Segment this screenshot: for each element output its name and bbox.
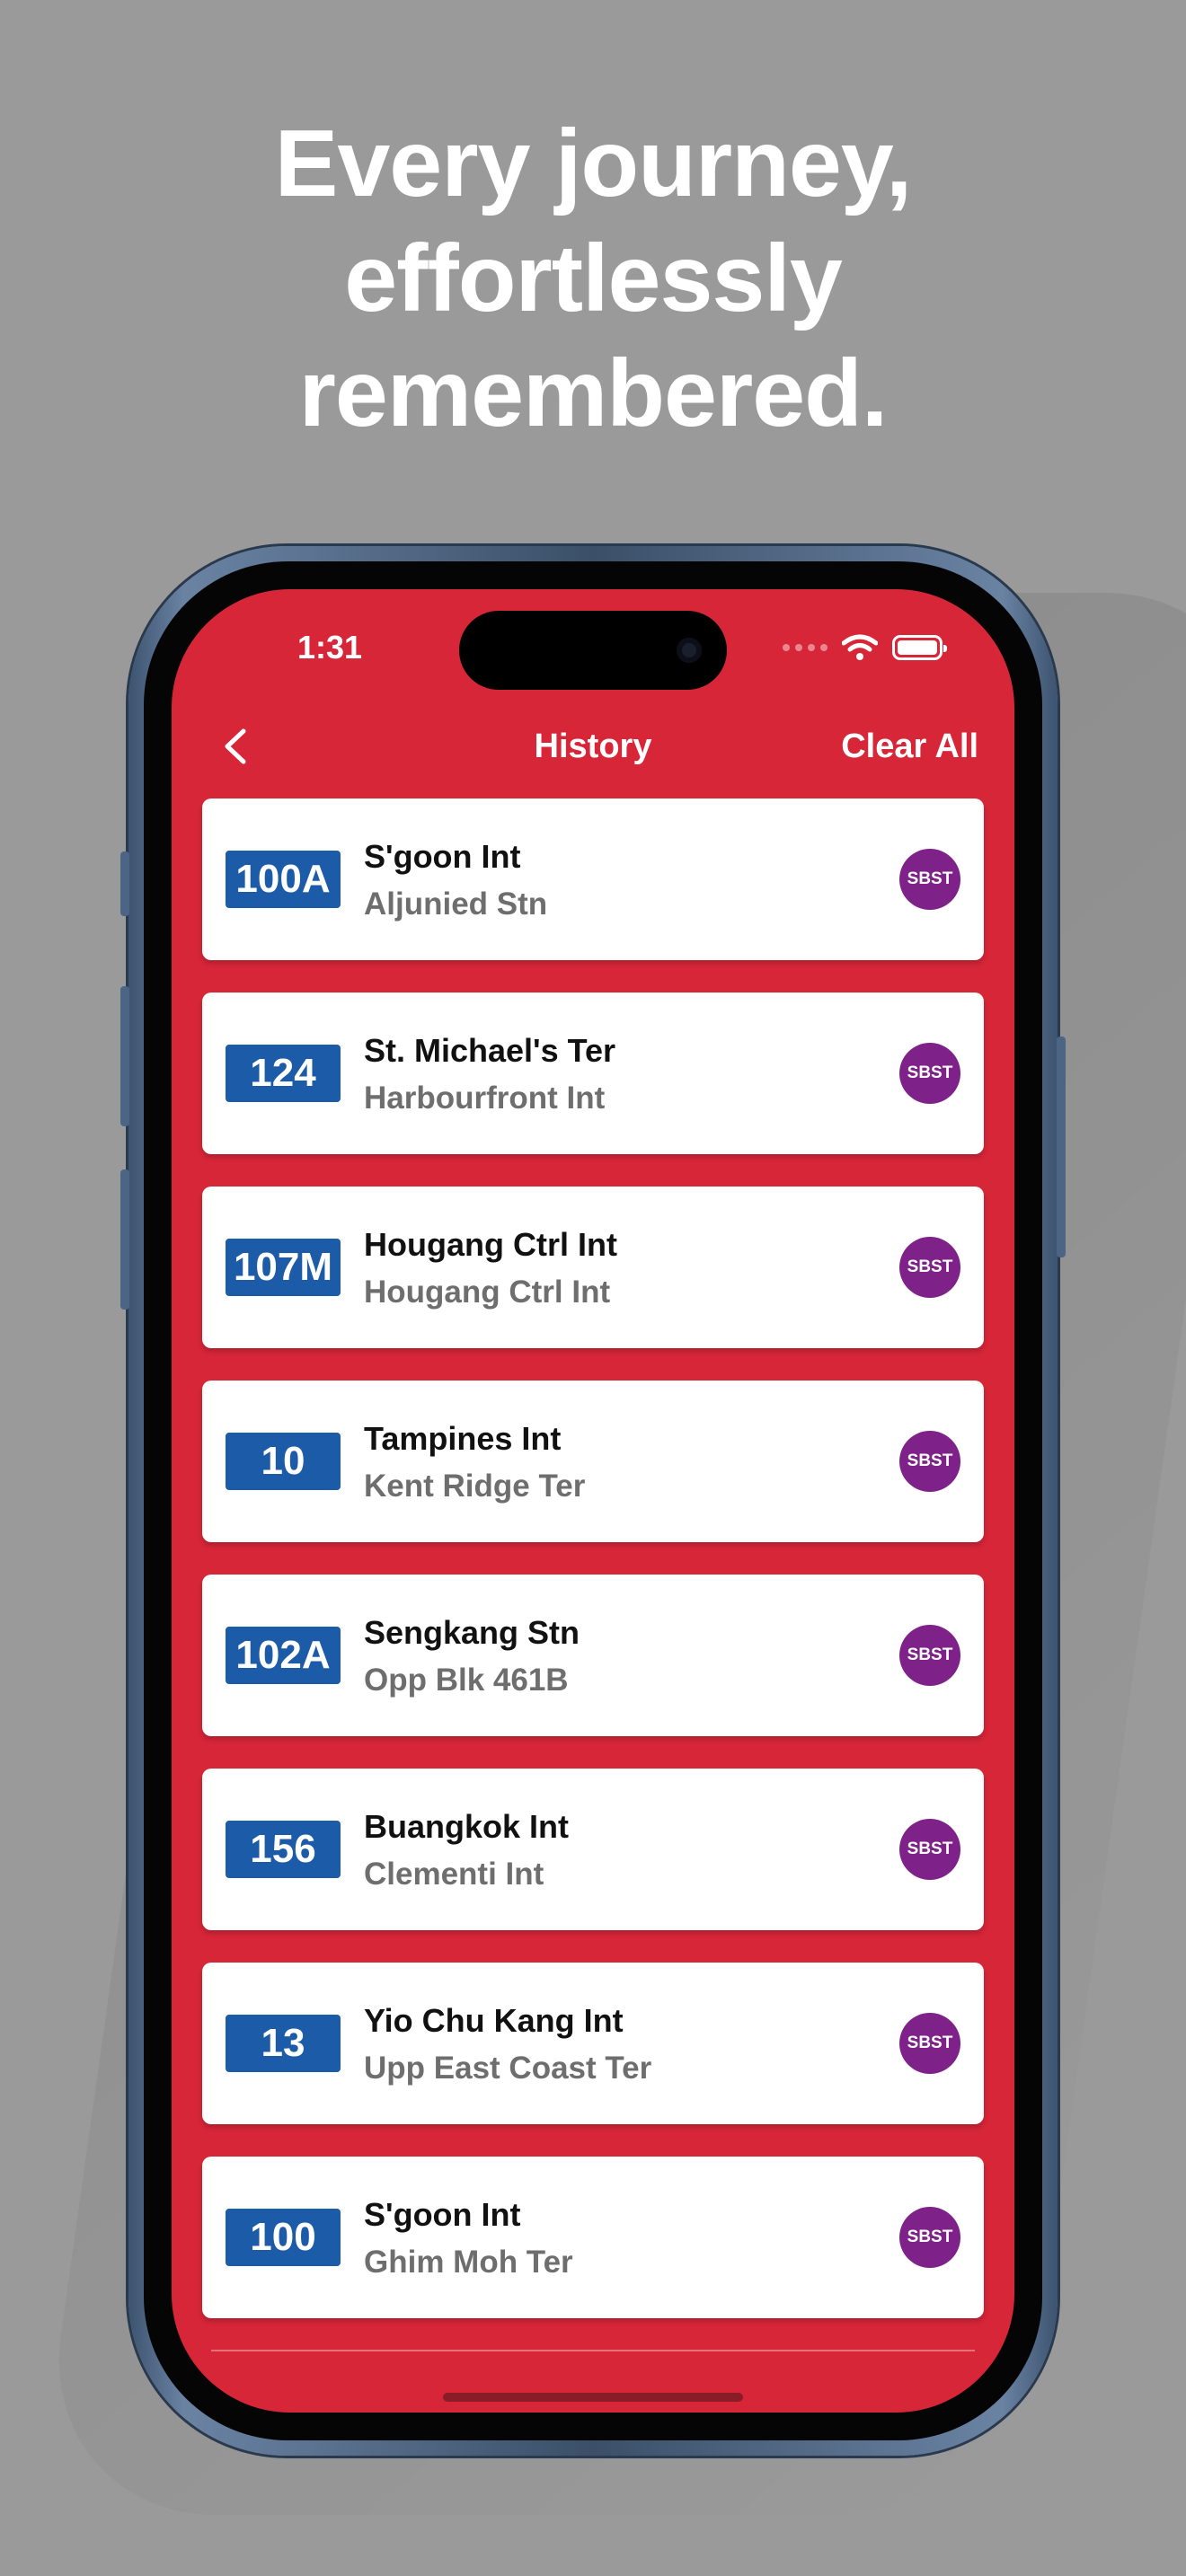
destination-label: Sengkang Stn	[364, 1614, 580, 1651]
origin-label: Kent Ridge Ter	[364, 1469, 586, 1504]
destination-label: S'goon Int	[364, 2196, 521, 2233]
route-number-badge: 100	[226, 2209, 341, 2266]
history-card[interactable]: 107M Hougang Ctrl Int Hougang Ctrl Int S…	[202, 1187, 984, 1348]
power-button	[1057, 1037, 1066, 1257]
operator-badge: SBST	[899, 1819, 960, 1880]
route-number-badge: 102A	[226, 1627, 341, 1684]
operator-badge: SBST	[899, 2207, 960, 2268]
operator-badge: SBST	[899, 849, 960, 910]
destination-label: Yio Chu Kang Int	[364, 2002, 624, 2039]
list-divider	[211, 2350, 975, 2351]
dynamic-island	[459, 611, 727, 690]
phone-screen: 1:31 History Clear All 100A S'goon Int A…	[172, 589, 1014, 2413]
history-list: 100A S'goon Int Aljunied Stn SBST 124 St…	[202, 798, 984, 2351]
operator-badge: SBST	[899, 1043, 960, 1104]
clear-all-button[interactable]: Clear All	[841, 728, 978, 766]
volume-down-button	[120, 1169, 129, 1310]
origin-label: Hougang Ctrl Int	[364, 1275, 611, 1310]
origin-label: Aljunied Stn	[364, 887, 548, 922]
history-card[interactable]: 156 Buangkok Int Clementi Int SBST	[202, 1769, 984, 1930]
signal-icon	[783, 644, 828, 651]
destination-label: St. Michael's Ter	[364, 1032, 615, 1069]
origin-label: Ghim Moh Ter	[364, 2245, 573, 2280]
route-number-badge: 156	[226, 1821, 341, 1878]
history-card[interactable]: 100A S'goon Int Aljunied Stn SBST	[202, 798, 984, 960]
history-card[interactable]: 100 S'goon Int Ghim Moh Ter SBST	[202, 2157, 984, 2318]
marketing-headline: Every journey, effortlessly remembered.	[0, 106, 1186, 451]
destination-label: S'goon Int	[364, 838, 521, 875]
origin-label: Clementi Int	[364, 1857, 544, 1892]
navigation-bar: History Clear All	[172, 715, 1014, 778]
operator-badge: SBST	[899, 1625, 960, 1686]
camera-icon	[677, 638, 702, 663]
history-card[interactable]: 124 St. Michael's Ter Harbourfront Int S…	[202, 992, 984, 1154]
headline-line-3: remembered.	[298, 340, 889, 446]
destination-label: Buangkok Int	[364, 1808, 570, 1845]
wifi-icon	[842, 634, 878, 660]
headline-line-2: effortlessly	[344, 225, 843, 331]
history-card[interactable]: 102A Sengkang Stn Opp Blk 461B SBST	[202, 1575, 984, 1736]
battery-icon	[892, 635, 947, 660]
operator-badge: SBST	[899, 2013, 960, 2074]
route-number-badge: 10	[226, 1433, 341, 1490]
route-number-badge: 100A	[226, 851, 341, 908]
destination-label: Tampines Int	[364, 1420, 562, 1457]
route-number-badge: 13	[226, 2015, 341, 2072]
origin-label: Upp East Coast Ter	[364, 2051, 652, 2086]
action-button	[120, 851, 129, 916]
status-time: 1:31	[297, 629, 363, 666]
destination-label: Hougang Ctrl Int	[364, 1226, 617, 1263]
origin-label: Opp Blk 461B	[364, 1663, 569, 1698]
route-number-badge: 107M	[226, 1239, 341, 1296]
headline-line-1: Every journey,	[274, 110, 913, 216]
home-indicator	[443, 2393, 743, 2402]
history-card[interactable]: 10 Tampines Int Kent Ridge Ter SBST	[202, 1381, 984, 1542]
route-number-badge: 124	[226, 1045, 341, 1102]
status-indicators	[783, 634, 947, 661]
volume-up-button	[120, 986, 129, 1126]
operator-badge: SBST	[899, 1237, 960, 1298]
origin-label: Harbourfront Int	[364, 1081, 606, 1116]
history-card[interactable]: 13 Yio Chu Kang Int Upp East Coast Ter S…	[202, 1963, 984, 2124]
operator-badge: SBST	[899, 1431, 960, 1492]
